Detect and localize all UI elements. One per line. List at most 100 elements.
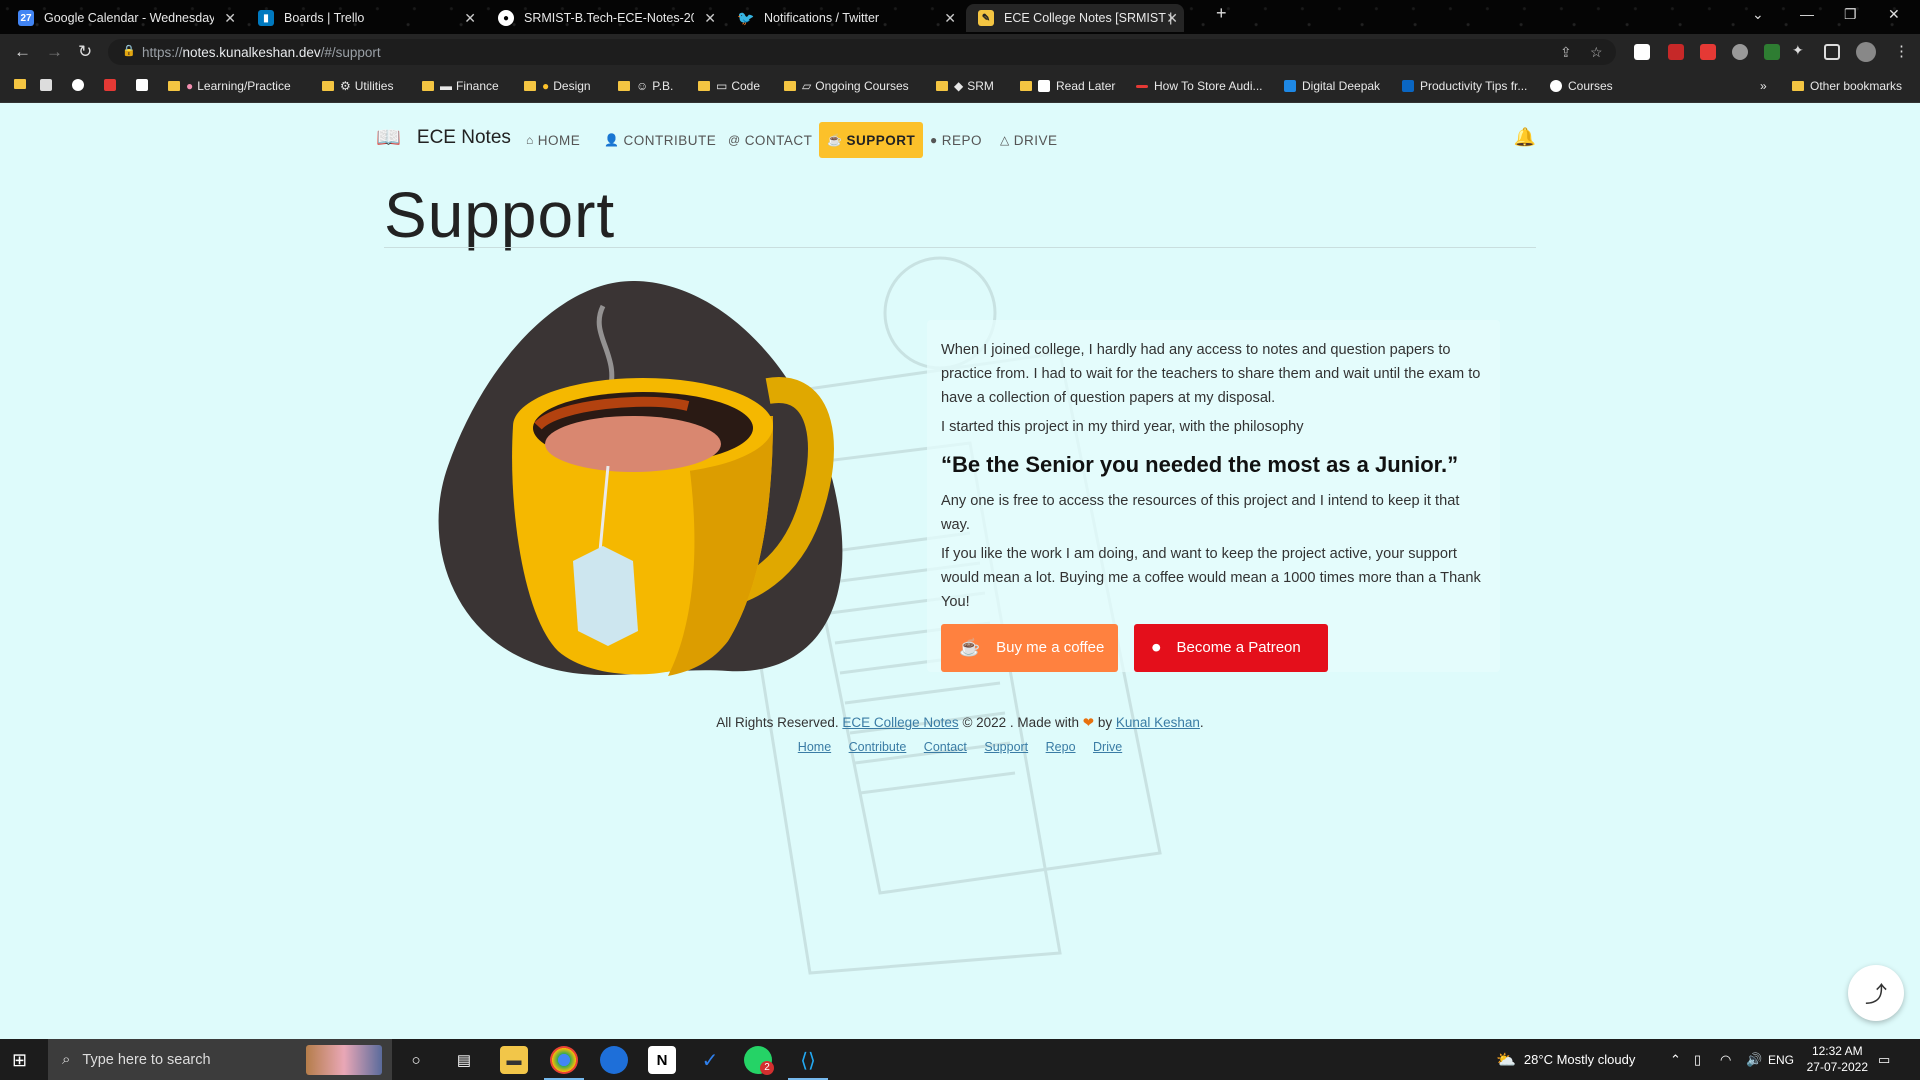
- notification-center-icon[interactable]: ▭: [1878, 1039, 1890, 1080]
- bookmark-folder-icon[interactable]: [14, 79, 32, 89]
- tab-search-icon[interactable]: ⌄: [1752, 6, 1764, 23]
- bookmark-other[interactable]: Other bookmarks: [1792, 79, 1902, 93]
- become-a-patreon-button[interactable]: ⏺ Become a Patreon: [1134, 624, 1328, 672]
- menu-kebab-icon[interactable]: ⋮: [1894, 42, 1909, 60]
- close-icon[interactable]: ✕: [1166, 10, 1178, 27]
- bookmark-star-icon[interactable]: ☆: [1590, 44, 1603, 61]
- bookmark-srm[interactable]: ◆ SRM: [936, 79, 994, 93]
- bookmark-learning[interactable]: ● Learning/Practice: [168, 79, 291, 93]
- nav-contact[interactable]: @ CONTACT: [720, 122, 820, 158]
- drive-icon: △: [1000, 133, 1010, 147]
- vscode-icon[interactable]: ⟨⟩: [794, 1046, 822, 1074]
- close-icon[interactable]: ✕: [944, 10, 956, 27]
- trello-bookmark-icon[interactable]: [136, 79, 154, 91]
- device-icon[interactable]: ▯: [1694, 1039, 1701, 1080]
- nav-support[interactable]: ☕ SUPPORT: [819, 122, 924, 158]
- mail-icon[interactable]: [40, 79, 58, 91]
- nav-label: CONTRIBUTE: [623, 132, 717, 148]
- site-navbar: 📖 ECE Notes ⌂ HOME 👤 CONTRIBUTE @ CONTACT ☕…: [376, 117, 1536, 158]
- github-icon[interactable]: [72, 79, 90, 91]
- title-divider: [384, 247, 1536, 248]
- wifi-icon[interactable]: ◠: [1720, 1039, 1731, 1080]
- windows-start-icon[interactable]: ⊞: [12, 1050, 27, 1071]
- windows-taskbar: ⊞ ⌕ Type here to search ○ ▤ ▬ N ✓ 2 ⟨⟩ ⛅…: [0, 1039, 1920, 1080]
- footer-author-link[interactable]: Kunal Keshan: [1116, 715, 1200, 730]
- footer-prefix: All Rights Reserved.: [716, 715, 839, 730]
- footer-site-link[interactable]: ECE College Notes: [842, 715, 958, 730]
- bookmark-design[interactable]: ● Design: [524, 79, 591, 93]
- firefox-icon[interactable]: [600, 1046, 628, 1074]
- file-explorer-icon[interactable]: ▬: [500, 1046, 528, 1074]
- nav-repo[interactable]: ● REPO: [922, 122, 990, 158]
- tab-github[interactable]: ● SRMIST-B.Tech-ECE-Notes-2022 ✕: [486, 4, 722, 32]
- brand-name: ECE Notes: [416, 126, 511, 148]
- extension-icon[interactable]: [1668, 44, 1684, 60]
- forward-icon[interactable]: →: [46, 42, 63, 62]
- notion-extension-icon[interactable]: [1634, 44, 1650, 60]
- bookmark-ongoing-courses[interactable]: ▱ Ongoing Courses: [784, 79, 909, 93]
- bookmark-finance[interactable]: ▬ Finance: [422, 79, 499, 93]
- bookmark-productivity[interactable]: Productivity Tips fr...: [1402, 79, 1527, 93]
- extension-icon[interactable]: [1732, 44, 1748, 60]
- bookmark-digital-deepak[interactable]: Digital Deepak: [1284, 79, 1380, 93]
- bookmark-courses[interactable]: Courses: [1550, 79, 1613, 93]
- reload-icon[interactable]: ↻: [78, 42, 92, 62]
- puzzle-icon[interactable]: ✦: [1792, 42, 1808, 58]
- bookmarks-bar: ● Learning/Practice ⚙ Utilities ▬ Finance ●…: [0, 70, 1920, 103]
- nav-contribute[interactable]: 👤 CONTRIBUTE: [596, 122, 724, 158]
- notion-icon[interactable]: N: [648, 1046, 676, 1074]
- close-window-icon[interactable]: ✕: [1888, 6, 1900, 23]
- bookmark-how-to-store[interactable]: How To Store Audi...: [1136, 79, 1263, 93]
- tab-trello[interactable]: ▮ Boards | Trello ✕: [246, 4, 482, 32]
- weather-widget[interactable]: ⛅ 28°C Mostly cloudy: [1496, 1039, 1635, 1080]
- task-view-icon[interactable]: ▤: [450, 1046, 478, 1074]
- bookmarks-overflow-icon[interactable]: »: [1760, 79, 1767, 93]
- close-icon[interactable]: ✕: [224, 10, 236, 27]
- bookmark-label: Ongoing Courses: [815, 79, 909, 93]
- minimize-icon[interactable]: —: [1800, 6, 1814, 22]
- footer-link-repo[interactable]: Repo: [1046, 740, 1076, 754]
- gear-icon: ⚙: [340, 79, 351, 93]
- taskbar-clock[interactable]: 12:32 AM 27-07-2022: [1807, 1043, 1868, 1075]
- tab-title: Google Calendar - Wednesday, J: [44, 11, 214, 25]
- footer-link-drive[interactable]: Drive: [1093, 740, 1122, 754]
- page-icon: [1038, 80, 1050, 92]
- side-panel-icon[interactable]: [1824, 44, 1840, 60]
- nav-home[interactable]: ⌂ HOME: [518, 122, 588, 158]
- todo-check-icon[interactable]: ✓: [696, 1046, 724, 1074]
- bookmark-read-later[interactable]: Read Later: [1020, 79, 1115, 93]
- taskbar-search-box[interactable]: ⌕ Type here to search: [48, 1039, 392, 1080]
- tab-ece-notes[interactable]: ✎ ECE College Notes [SRMIST | 20 ✕: [966, 4, 1184, 32]
- bookmark-pb[interactable]: ☺ P.B.: [618, 79, 673, 93]
- tray-chevron-icon[interactable]: ⌃: [1670, 1039, 1681, 1080]
- cortana-icon[interactable]: ○: [402, 1046, 430, 1074]
- share-button[interactable]: ⤴: [1848, 965, 1904, 1021]
- extension-icon[interactable]: [1764, 44, 1780, 60]
- tab-google-calendar[interactable]: 27 Google Calendar - Wednesday, J ✕: [6, 4, 242, 32]
- nav-drive[interactable]: △ DRIVE: [992, 122, 1066, 158]
- maximize-icon[interactable]: ❐: [1844, 6, 1857, 23]
- footer-link-home[interactable]: Home: [798, 740, 831, 754]
- footer-link-contribute[interactable]: Contribute: [849, 740, 907, 754]
- volume-icon[interactable]: 🔊: [1746, 1039, 1762, 1080]
- tab-twitter[interactable]: 🐦 Notifications / Twitter ✕: [726, 4, 962, 32]
- language-indicator[interactable]: ENG: [1768, 1039, 1794, 1080]
- chrome-icon[interactable]: [550, 1046, 578, 1074]
- footer-link-support[interactable]: Support: [984, 740, 1028, 754]
- footer-link-contact[interactable]: Contact: [924, 740, 967, 754]
- calendar-bookmark-icon[interactable]: [104, 79, 122, 91]
- share-page-icon[interactable]: ⇪: [1560, 44, 1572, 61]
- address-bar[interactable]: 🔒 https://notes.kunalkeshan.dev/#/suppor…: [108, 39, 1616, 65]
- bookmark-code[interactable]: ▭ Code: [698, 79, 760, 93]
- bell-icon[interactable]: 🔔: [1514, 127, 1536, 148]
- new-tab-icon[interactable]: +: [1216, 3, 1227, 24]
- site-brand[interactable]: 📖 ECE Notes: [376, 125, 511, 150]
- profile-avatar[interactable]: [1856, 42, 1876, 62]
- extension-icon[interactable]: [1700, 44, 1716, 60]
- close-icon[interactable]: ✕: [704, 10, 716, 27]
- at-icon: @: [728, 133, 741, 147]
- close-icon[interactable]: ✕: [464, 10, 476, 27]
- back-icon[interactable]: ←: [14, 42, 31, 62]
- buy-me-a-coffee-button[interactable]: ☕ Buy me a coffee: [941, 624, 1118, 672]
- bookmark-utilities[interactable]: ⚙ Utilities: [322, 79, 393, 93]
